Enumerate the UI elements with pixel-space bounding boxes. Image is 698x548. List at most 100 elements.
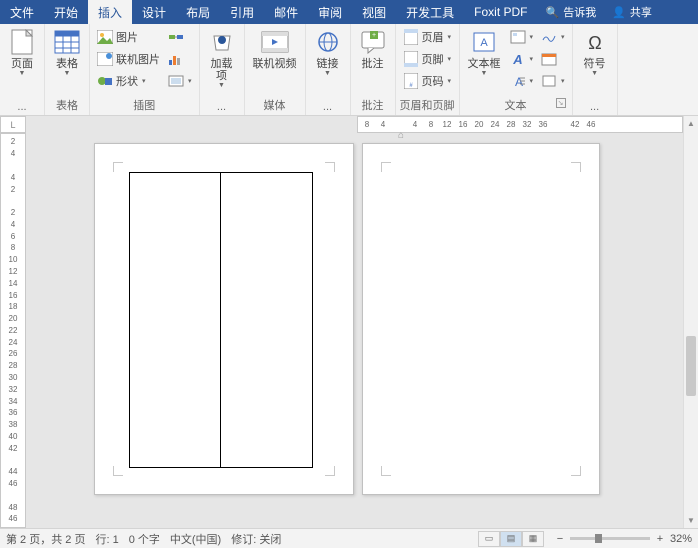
wordart-button[interactable]: A▾ xyxy=(507,48,537,70)
svg-text:A: A xyxy=(512,52,522,66)
shapes-icon xyxy=(97,73,113,89)
group-pages: 页面 ▼ ... xyxy=(0,24,45,115)
scroll-thumb[interactable] xyxy=(686,336,696,396)
symbol-button[interactable]: Ω 符号 ▼ xyxy=(577,26,613,79)
ribbon-tabs: 文件 开始 插入 设计 布局 引用 邮件 审阅 视图 开发工具 Foxit PD… xyxy=(0,0,698,24)
group-label-text: 文本↘ xyxy=(464,95,568,115)
object-button[interactable]: ▾ xyxy=(538,70,568,92)
signature-button[interactable]: ▾ xyxy=(538,26,568,48)
document-table[interactable] xyxy=(129,172,313,468)
tab-design[interactable]: 设计 xyxy=(132,0,176,24)
zoom-knob[interactable] xyxy=(595,534,602,543)
online-video-button[interactable]: 联机视频 xyxy=(249,26,301,72)
crop-mark xyxy=(571,162,581,172)
group-tables: 表格 ▼ 表格 xyxy=(45,24,90,115)
tab-devtools[interactable]: 开发工具 xyxy=(396,0,464,24)
cover-page-button[interactable]: 页面 ▼ xyxy=(4,26,40,79)
footer-button[interactable]: 页脚▾ xyxy=(400,48,455,70)
table-cell[interactable] xyxy=(221,172,313,468)
dialog-launcher[interactable]: ↘ xyxy=(556,98,566,108)
tab-review[interactable]: 审阅 xyxy=(308,0,352,24)
status-track[interactable]: 修订: 关闭 xyxy=(231,531,281,547)
text-box-button[interactable]: A 文本框 ▼ xyxy=(464,26,505,79)
date-time-button[interactable] xyxy=(538,48,568,70)
group-illustrations: 图片 联机图片 形状▾ ▾ 插图 xyxy=(90,24,200,115)
view-print-button[interactable]: ▤ xyxy=(500,531,522,547)
tab-selector[interactable]: L xyxy=(0,116,26,133)
object-icon xyxy=(541,73,557,89)
links-button[interactable]: 链接 ▼ xyxy=(310,26,346,79)
chevron-down-icon: ▼ xyxy=(64,70,71,77)
dropcap-icon: A xyxy=(510,73,526,89)
scroll-up-button[interactable]: ▲ xyxy=(684,116,698,131)
crop-mark xyxy=(113,162,123,172)
table-button[interactable]: 表格 ▼ xyxy=(49,26,85,79)
crop-mark xyxy=(381,162,391,172)
search-icon: 🔍 xyxy=(546,6,560,19)
tell-me[interactable]: 🔍告诉我 xyxy=(538,0,605,24)
chevron-down-icon: ▾ xyxy=(142,77,146,85)
smartart-icon xyxy=(168,29,184,45)
screenshot-button[interactable]: ▾ xyxy=(165,70,195,92)
chevron-down-icon: ▼ xyxy=(324,70,331,77)
crop-mark xyxy=(571,466,581,476)
status-words[interactable]: 0 个字 xyxy=(129,531,160,547)
tab-file[interactable]: 文件 xyxy=(0,0,44,24)
group-label-header-footer: 页眉和页脚 xyxy=(400,95,455,115)
shapes-button[interactable]: 形状▾ xyxy=(94,70,163,92)
page-number-button[interactable]: #页码▾ xyxy=(400,70,455,92)
ruler-vertical[interactable]: 2442246810121416182022242628303234363840… xyxy=(0,133,26,528)
crop-mark xyxy=(381,466,391,476)
zoom-out-button[interactable]: − xyxy=(554,533,566,545)
table-cell[interactable] xyxy=(129,172,221,468)
chevron-down-icon: ▾ xyxy=(448,55,452,63)
zoom-in-button[interactable]: + xyxy=(654,533,666,545)
group-label-illustrations: 插图 xyxy=(94,95,195,115)
status-line[interactable]: 行: 1 xyxy=(95,531,118,547)
table-icon xyxy=(53,28,81,56)
share-button[interactable]: 👤共享 xyxy=(604,0,660,24)
drop-cap-button[interactable]: A▾ xyxy=(507,70,537,92)
group-label-pages: ... xyxy=(4,99,40,115)
addins-button[interactable]: 加载 项 ▼ xyxy=(204,26,240,91)
chevron-down-icon: ▾ xyxy=(561,77,565,85)
tab-home[interactable]: 开始 xyxy=(44,0,88,24)
header-button[interactable]: 页眉▾ xyxy=(400,26,455,48)
tab-foxit[interactable]: Foxit PDF xyxy=(464,0,537,24)
crop-mark xyxy=(113,466,123,476)
tab-view[interactable]: 视图 xyxy=(352,0,396,24)
smartart-button[interactable] xyxy=(165,26,195,48)
page-2[interactable] xyxy=(362,143,600,495)
chevron-down-icon: ▾ xyxy=(561,33,565,41)
tab-layout[interactable]: 布局 xyxy=(176,0,220,24)
online-pictures-button[interactable]: 联机图片 xyxy=(94,48,163,70)
page-1[interactable] xyxy=(94,143,354,495)
view-web-button[interactable]: ▦ xyxy=(522,531,544,547)
document-area[interactable] xyxy=(26,133,683,528)
view-buttons: ▭ ▤ ▦ xyxy=(478,531,544,547)
tab-references[interactable]: 引用 xyxy=(220,0,264,24)
person-icon: 👤 xyxy=(612,6,626,19)
status-page[interactable]: 第 2 页，共 2 页 xyxy=(6,531,85,547)
scroll-down-button[interactable]: ▼ xyxy=(684,513,698,528)
group-label-tables: 表格 xyxy=(49,95,85,115)
zoom-slider[interactable] xyxy=(570,537,650,540)
picture-icon xyxy=(97,29,113,45)
zoom-level[interactable]: 32% xyxy=(670,533,692,545)
comment-button[interactable]: + 批注 xyxy=(355,26,391,72)
quick-parts-button[interactable]: ▾ xyxy=(507,26,537,48)
view-read-button[interactable]: ▭ xyxy=(478,531,500,547)
tab-mailings[interactable]: 邮件 xyxy=(264,0,308,24)
status-language[interactable]: 中文(中国) xyxy=(170,531,221,547)
scrollbar-vertical[interactable]: ▲ ▼ xyxy=(683,116,698,528)
chart-button[interactable] xyxy=(165,48,195,70)
wordart-icon: A xyxy=(510,51,526,67)
link-icon xyxy=(314,28,342,56)
comment-icon: + xyxy=(359,28,387,56)
symbol-icon: Ω xyxy=(581,28,609,56)
pictures-button[interactable]: 图片 xyxy=(94,26,163,48)
page-number-icon: # xyxy=(403,73,419,89)
svg-text:A: A xyxy=(480,37,488,49)
ruler-horizontal[interactable]: ⌂8448121620242832364246 xyxy=(357,116,683,133)
tab-insert[interactable]: 插入 xyxy=(88,0,132,24)
